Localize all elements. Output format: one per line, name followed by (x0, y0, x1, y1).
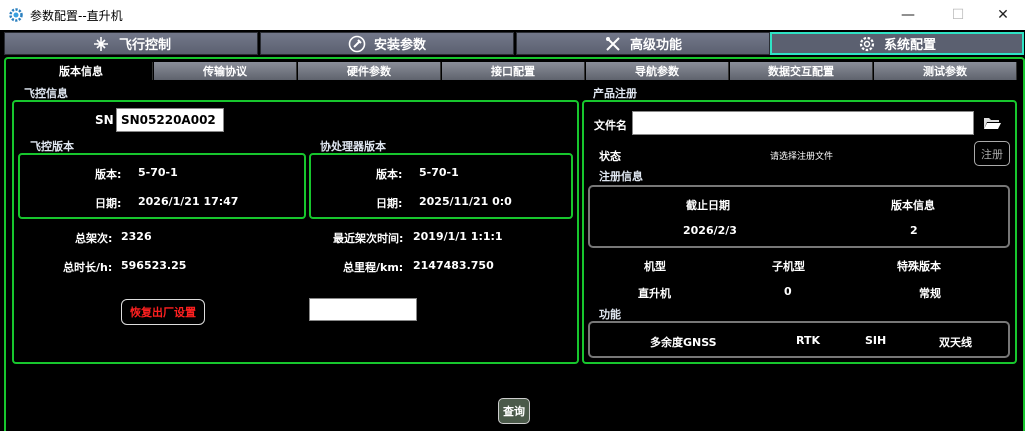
function-item: 双天线 (939, 336, 972, 349)
factory-reset-button[interactable]: 恢复出厂设置 (121, 299, 205, 325)
window-title: 参数配置--直升机 (30, 9, 123, 23)
close-button[interactable]: ✕ (980, 0, 1025, 30)
blank-input-field[interactable] (309, 298, 417, 321)
fc-version-title: 飞控版本 (30, 140, 74, 153)
function-item: 多余度GNSS (650, 336, 717, 349)
maximize-button[interactable]: ☐ (935, 0, 981, 30)
expiry-header: 截止日期 (686, 199, 730, 212)
query-button[interactable]: 查询 (498, 398, 530, 424)
tab-label: 安装参数 (373, 38, 426, 53)
submodel-value: 0 (784, 285, 792, 298)
recent-flight-value: 2019/1/1 1:1:1 (413, 230, 503, 243)
sn-field[interactable]: SN05220A002 (116, 108, 224, 132)
tab-label: 系统配置 (883, 38, 936, 53)
total-hours-value: 596523.25 (121, 259, 187, 272)
fc-version-label: 版本: (95, 168, 122, 181)
fc-date-value: 2026/1/21 17:47 (138, 195, 239, 208)
tools-icon (605, 36, 620, 51)
subtab-data-exchange[interactable]: 数据交互配置 (730, 62, 873, 80)
total-distance-value: 2147483.750 (413, 259, 494, 272)
subtab-navigation-params[interactable]: 导航参数 (586, 62, 729, 80)
function-item: RTK (796, 334, 821, 347)
reg-info-label: 注册信息 (599, 170, 643, 183)
file-name-field[interactable] (632, 111, 974, 135)
co-version-box (309, 153, 573, 219)
co-date-value: 2025/11/21 0:0 (419, 195, 512, 208)
special-header: 特殊版本 (897, 260, 941, 273)
title-bar: 参数配置--直升机 — ☐ ✕ (0, 0, 1025, 30)
total-distance-label: 总里程/km: (343, 261, 404, 274)
subtab-interface-config[interactable]: 接口配置 (442, 62, 585, 80)
app-gear-icon (9, 8, 23, 22)
tab-system-config[interactable]: 系统配置 (770, 32, 1024, 55)
co-version-value: 5-70-1 (419, 166, 459, 179)
fc-date-label: 日期: (95, 197, 122, 210)
co-version-label: 版本: (376, 168, 403, 181)
model-header: 机型 (644, 260, 666, 273)
subtab-transport-protocol[interactable]: 传输协议 (154, 62, 297, 80)
subtab-test-params[interactable]: 测试参数 (874, 62, 1017, 80)
reg-info-box (588, 185, 1010, 248)
sub-tab-bar: 版本信息 传输协议 硬件参数 接口配置 导航参数 数据交互配置 测试参数 (10, 62, 1018, 80)
subtab-hardware-params[interactable]: 硬件参数 (298, 62, 441, 80)
sn-label: SN (95, 113, 114, 127)
file-name-label: 文件名 (594, 119, 627, 132)
tab-advanced[interactable]: 高级功能 (516, 32, 770, 55)
special-value: 常规 (919, 287, 941, 300)
status-label: 状态 (599, 150, 621, 163)
minimize-button[interactable]: — (885, 0, 931, 30)
drone-icon (93, 36, 108, 51)
total-flights-label: 总架次: (75, 232, 113, 245)
function-label: 功能 (599, 308, 621, 321)
main-tab-bar: 飞行控制 安装参数 高级功能 系统配置 (2, 30, 1025, 58)
fc-version-value: 5-70-1 (138, 166, 178, 179)
product-reg-section-label: 产品注册 (593, 87, 637, 100)
tab-flight-control[interactable]: 飞行控制 (4, 32, 258, 55)
co-version-title: 协处理器版本 (320, 140, 386, 153)
folder-open-icon[interactable] (981, 113, 1003, 133)
gear-icon (859, 36, 875, 51)
tab-install-params[interactable]: 安装参数 (260, 32, 514, 55)
version-header: 版本信息 (891, 199, 935, 212)
subtab-version-info[interactable]: 版本信息 (10, 62, 153, 80)
fc-info-section-label: 飞控信息 (24, 87, 68, 100)
total-flights-value: 2326 (121, 230, 152, 243)
submodel-header: 子机型 (772, 260, 805, 273)
model-value: 直升机 (638, 287, 671, 300)
total-hours-label: 总时长/h: (63, 261, 113, 274)
expiry-value: 2026/2/3 (683, 224, 737, 237)
tab-label: 飞行控制 (118, 38, 171, 53)
status-value: 请选择注册文件 (770, 152, 834, 162)
recent-flight-label: 最近架次时间: (333, 232, 404, 245)
tab-label: 高级功能 (629, 38, 682, 53)
co-date-label: 日期: (376, 197, 403, 210)
register-button[interactable]: 注册 (974, 141, 1010, 166)
version-value: 2 (910, 224, 918, 237)
function-item: SIH (865, 334, 887, 347)
fc-version-box (18, 153, 306, 219)
wrench-circle-icon (348, 35, 366, 52)
